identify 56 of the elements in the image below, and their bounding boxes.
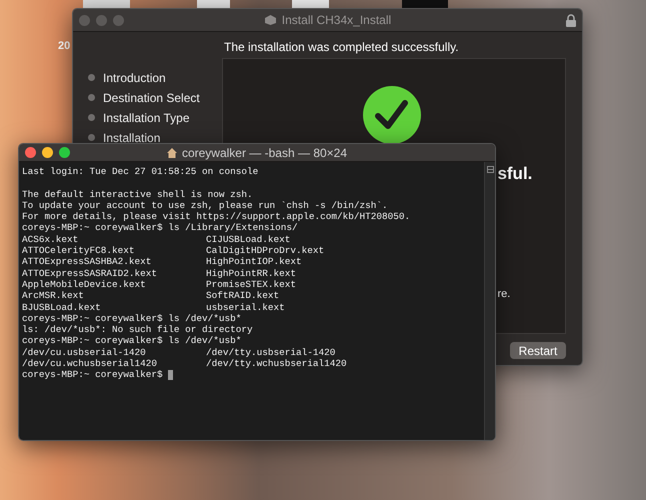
text-cursor — [168, 370, 174, 380]
step-bullet — [88, 114, 95, 121]
step-label: Destination Select — [103, 90, 200, 104]
terminal-line: The default interactive shell is now zsh. — [22, 188, 253, 200]
desktop-icon-label: 20 — [58, 40, 70, 52]
terminal-output: ATTOExpressSASHBA2.kext — [22, 256, 152, 268]
desktop-thumbnail[interactable] — [83, 0, 130, 8]
terminal-output: HighPointIOP.kext — [206, 256, 303, 268]
window-title: Install CH34x_Install — [282, 13, 392, 27]
terminal-output: CalDigitHDProDrv.kext — [206, 245, 326, 256]
terminal-output: /dev/cu.usbserial-1420 — [22, 346, 147, 358]
step-bullet — [88, 94, 95, 101]
split-icon[interactable] — [486, 166, 494, 173]
package-icon — [264, 15, 277, 25]
close-button[interactable] — [79, 14, 90, 26]
step-bullet — [88, 134, 95, 141]
terminal-output: ATTOExpressSASRAID2.kext — [22, 268, 158, 279]
restart-button[interactable]: Restart — [510, 342, 566, 359]
terminal-output: ArcMSR.kext — [22, 290, 85, 302]
note-text: re. — [497, 288, 512, 300]
step-label: Installation — [103, 130, 160, 144]
minimize-button[interactable] — [42, 147, 53, 158]
terminal-output: AppleMobileDevice.kext — [22, 278, 147, 290]
lock-icon[interactable] — [566, 14, 576, 26]
terminal-output: ACS6x.kext — [22, 234, 80, 246]
terminal-output: CIJUSBLoad.kext — [206, 234, 292, 246]
desktop-thumbnail[interactable] — [197, 0, 230, 8]
terminal-output: /dev/tty.usbserial-1420 — [206, 346, 336, 358]
completion-heading: The installation was completed successfully. — [224, 40, 460, 56]
success-message: sful. — [497, 164, 534, 184]
terminal-line: To update your account to use zsh, please run `chsh -s /bin/zsh`. — [22, 200, 388, 212]
desktop-thumbnail[interactable] — [292, 0, 329, 8]
terminal-line: For more details, please visit https://support.apple.com/kb/HT208050. — [22, 211, 410, 222]
step-label: Introduction — [103, 70, 166, 84]
terminal-output: BJUSBLoad.kext — [22, 302, 102, 313]
house-icon — [166, 148, 177, 158]
terminal-line: ls: /dev/*usb*: No such file or directory — [22, 324, 253, 336]
terminal-output: ATTOCelerityFC8.kext — [22, 245, 136, 256]
terminal-prompt: coreys-MBP:~ coreywalker$ — [22, 369, 163, 381]
terminal-line: coreys-MBP:~ coreywalker$ ls /dev/*usb* — [22, 335, 242, 347]
desktop-thumbnail[interactable] — [402, 0, 448, 8]
terminal-output: usbserial.kext — [206, 302, 286, 313]
terminal-output: /dev/tty.wchusbserial1420 — [206, 358, 348, 370]
terminal-output: SoftRAID.kext — [206, 290, 280, 302]
terminal-line: coreys-MBP:~ coreywalker$ ls /dev/*usb* — [22, 312, 242, 324]
terminal-output: /dev/cu.wchusbserial1420 — [22, 358, 158, 370]
step-bullet — [88, 74, 95, 81]
close-button[interactable] — [25, 147, 36, 158]
terminal-line: Last login: Tue Dec 27 01:58:25 on console — [22, 166, 258, 178]
zoom-button[interactable] — [59, 147, 70, 158]
terminal-output: HighPointRR.kext — [206, 268, 298, 279]
terminal-line: coreys-MBP:~ coreywalker$ ls /Library/Extensions/ — [22, 222, 298, 234]
terminal-output: PromiseSTEX.kext — [206, 278, 298, 290]
scroll-bar[interactable] — [484, 162, 495, 440]
step-label: Installation Type — [103, 110, 190, 124]
window-title: coreywalker — -bash — 80×24 — [182, 146, 348, 160]
